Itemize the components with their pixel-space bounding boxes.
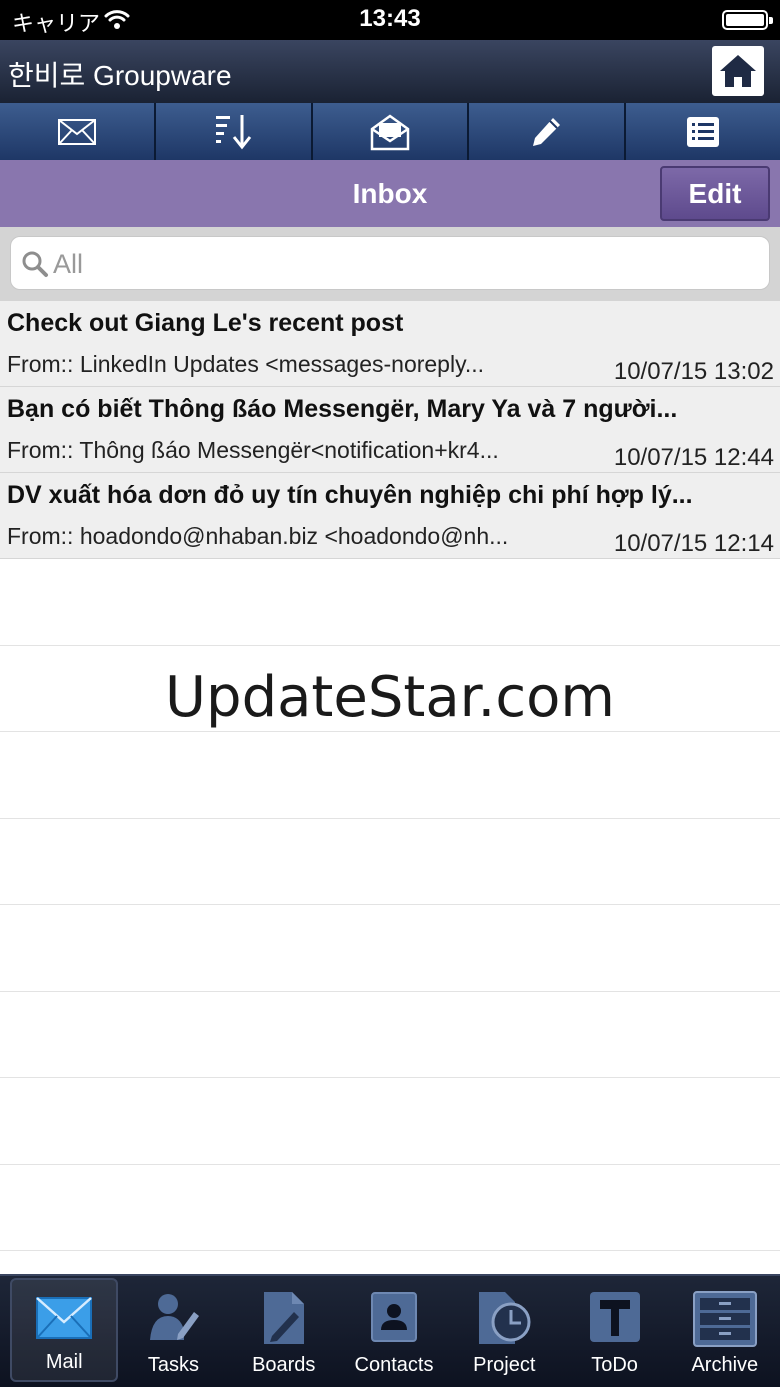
watermark: UpdateStar.com: [165, 665, 615, 730]
tab-label: Archive: [691, 1354, 759, 1376]
tab-label: Project: [473, 1354, 536, 1376]
home-icon: [720, 55, 756, 87]
battery-icon: [722, 10, 773, 30]
tab-bar: Mail Tasks Boards Contacts Project ToDo …: [0, 1274, 780, 1387]
mail-icon: [58, 118, 97, 145]
sort-icon: [215, 114, 251, 149]
message-subject: Check out Giang Le's recent post: [7, 309, 404, 337]
app-header: 한비로 Groupware: [0, 40, 780, 103]
message-date: 10/07/15 13:02: [613, 358, 774, 385]
message-date: 10/07/15 12:44: [613, 444, 774, 471]
boards-icon: [263, 1292, 304, 1344]
message-sender: From:: hoadondo@nhaban.biz <hoadondo@nh.…: [7, 523, 509, 549]
tab-mail[interactable]: Mail: [10, 1278, 119, 1382]
read-mail-button[interactable]: [313, 103, 470, 160]
empty-row: [0, 905, 780, 992]
compose-button[interactable]: [469, 103, 626, 160]
empty-row: [0, 991, 780, 1078]
todo-icon: [589, 1292, 640, 1342]
message-subject: Bạn có biết Thông ßáo Messengër, Mary Ya…: [7, 395, 678, 423]
empty-row: [0, 1164, 780, 1251]
tab-label: Contacts: [354, 1354, 434, 1376]
clock: 13:43: [359, 5, 421, 32]
message-sender: From:: LinkedIn Updates <messages-norepl…: [7, 351, 485, 377]
tab-project[interactable]: Project: [449, 1276, 559, 1387]
mail-icon: [36, 1297, 93, 1339]
home-button[interactable]: [712, 46, 764, 96]
tab-contacts[interactable]: Contacts: [339, 1276, 449, 1387]
search-icon: [22, 251, 48, 277]
message-row[interactable]: Check out Giang Le's recent post From:: …: [0, 301, 780, 387]
message-sender: From:: Thông ßáo Messengër<notification+…: [7, 437, 499, 463]
open-mail-icon: [370, 113, 410, 150]
list-icon: [686, 116, 719, 147]
message-date: 10/07/15 12:14: [613, 530, 774, 557]
status-bar: キャリア 13:43: [0, 0, 780, 40]
tab-label: Tasks: [147, 1354, 200, 1376]
nav-bar: Inbox Edit: [0, 160, 780, 227]
tasks-icon: [150, 1294, 200, 1340]
tab-boards[interactable]: Boards: [229, 1276, 339, 1387]
tab-label: ToDo: [591, 1354, 638, 1376]
empty-row: [0, 1078, 780, 1165]
message-row[interactable]: Bạn có biết Thông ßáo Messengër, Mary Ya…: [0, 387, 780, 473]
project-icon: [479, 1292, 531, 1344]
empty-row: [0, 818, 780, 905]
search-bar: [0, 227, 780, 301]
app-title: 한비로 Groupware: [8, 60, 232, 91]
empty-row: [0, 732, 780, 819]
contacts-icon: [371, 1292, 418, 1342]
list-button[interactable]: [626, 103, 780, 160]
tab-todo[interactable]: ToDo: [559, 1276, 669, 1387]
sort-button[interactable]: [156, 103, 313, 160]
message-list: Check out Giang Le's recent post From:: …: [0, 301, 780, 1387]
search-input[interactable]: [53, 245, 753, 283]
mail-toolbar-button[interactable]: [0, 103, 157, 160]
search-box[interactable]: [10, 236, 770, 290]
compose-icon: [533, 117, 561, 146]
tab-tasks[interactable]: Tasks: [118, 1276, 228, 1387]
tab-label: Mail: [45, 1351, 83, 1373]
mail-toolbar: [0, 103, 780, 160]
archive-icon: [692, 1291, 757, 1347]
tab-archive[interactable]: Archive: [670, 1276, 780, 1387]
edit-button[interactable]: Edit: [660, 166, 770, 221]
empty-row: [0, 559, 780, 646]
message-subject: DV xuất hóa dơn đỏ uy tín chuyên nghiệp …: [7, 481, 693, 509]
tab-label: Boards: [252, 1354, 316, 1376]
message-row[interactable]: DV xuất hóa dơn đỏ uy tín chuyên nghiệp …: [0, 473, 780, 559]
